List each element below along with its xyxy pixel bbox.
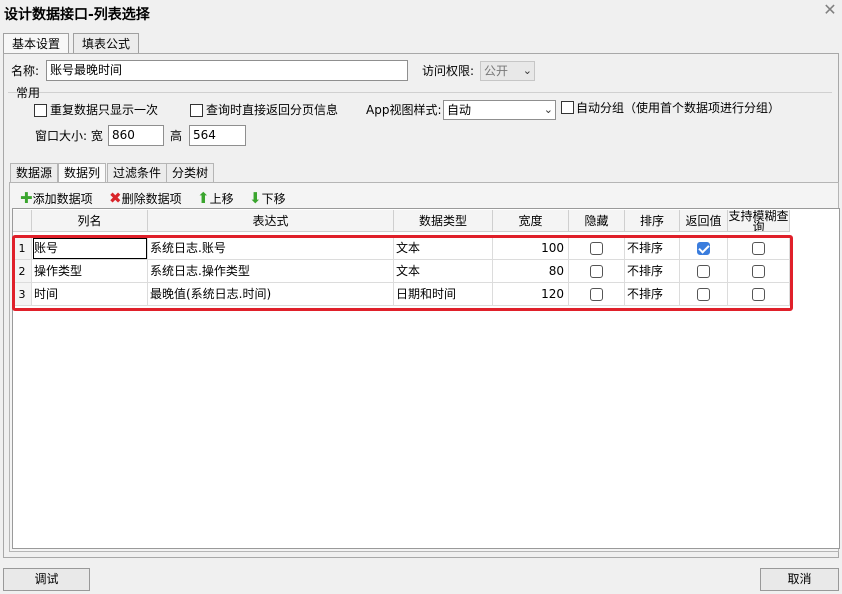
height-input[interactable]: 564 <box>189 125 246 146</box>
column-header-expression[interactable]: 表达式 <box>148 210 394 232</box>
column-header-hidden[interactable]: 隐藏 <box>569 210 625 232</box>
debug-button[interactable]: 调试 <box>3 568 90 591</box>
column-header-sort[interactable]: 排序 <box>625 210 680 232</box>
window-size-label: 窗口大小: 宽 <box>35 129 103 143</box>
column-header-width[interactable]: 宽度 <box>493 210 569 232</box>
name-label: 名称: <box>11 64 40 78</box>
app-view-value: 自动 <box>447 103 472 117</box>
name-input[interactable]: 账号最晚时间 <box>46 60 408 81</box>
chevron-down-icon: ⌄ <box>543 103 553 116</box>
arrow-up-icon: ⬆ <box>197 189 210 207</box>
app-view-select[interactable]: 自动 ⌄ <box>443 100 556 120</box>
subtab-category-tree[interactable]: 分类树 <box>166 163 215 182</box>
column-header-name[interactable]: 列名 <box>32 210 148 232</box>
height-label: 高 <box>170 129 183 143</box>
column-header-return[interactable]: 返回值 <box>680 210 728 232</box>
autogroup-checkbox[interactable] <box>561 101 574 114</box>
move-up-button[interactable]: ⬆上移 <box>197 190 234 207</box>
column-header-type[interactable]: 数据类型 <box>394 210 493 232</box>
access-label: 访问权限: <box>422 64 475 78</box>
tab-basic-settings[interactable]: 基本设置 <box>3 33 70 55</box>
grid-corner <box>13 210 32 232</box>
subtab-filter[interactable]: 过滤条件 <box>107 163 168 182</box>
access-select[interactable]: 公开 ⌄ <box>480 61 535 81</box>
access-value: 公开 <box>484 64 509 78</box>
subtab-datasource[interactable]: 数据源 <box>10 163 59 182</box>
close-icon[interactable]: ✕ <box>822 0 838 19</box>
autogroup-label: 自动分组（使用首个数据项进行分组） <box>576 101 781 115</box>
dedupe-checkbox[interactable] <box>34 104 47 117</box>
paging-checkbox[interactable] <box>190 104 203 117</box>
move-down-button[interactable]: ⬇下移 <box>249 190 286 207</box>
window-title: 设计数据接口-列表选择 <box>4 7 150 23</box>
tab-fill-formula[interactable]: 填表公式 <box>73 33 140 54</box>
delete-item-button[interactable]: ✖删除数据项 <box>109 190 182 207</box>
dedupe-label: 重复数据只显示一次 <box>50 103 159 117</box>
width-input[interactable]: 860 <box>108 125 164 146</box>
delete-icon: ✖ <box>109 189 122 207</box>
subtab-data-columns[interactable]: 数据列 <box>58 163 107 183</box>
arrow-down-icon: ⬇ <box>249 189 262 207</box>
add-item-button[interactable]: ✚添加数据项 <box>20 190 93 207</box>
column-header-fuzzy[interactable]: 支持模糊查询 <box>728 210 790 232</box>
chevron-down-icon: ⌄ <box>522 64 532 77</box>
app-view-label: App视图样式: <box>366 103 442 117</box>
common-group-label: 常用 <box>16 86 41 100</box>
paging-label: 查询时直接返回分页信息 <box>206 103 339 117</box>
cancel-button[interactable]: 取消 <box>760 568 839 591</box>
plus-icon: ✚ <box>20 189 33 207</box>
highlight-annotation <box>12 235 793 311</box>
